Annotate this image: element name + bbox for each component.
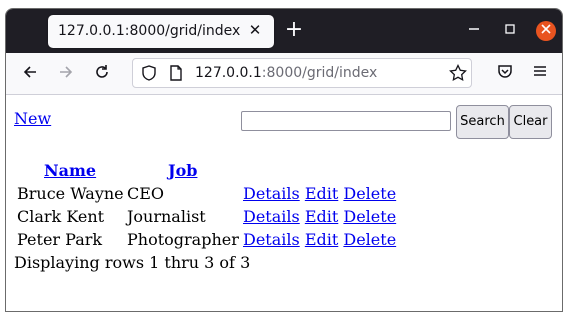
row-job: CEO (127, 184, 165, 203)
edit-link[interactable]: Edit (305, 184, 338, 203)
page-content: New Search Clear Name Job Bruce Wayne CE… (6, 95, 562, 311)
row-job: Photographer (127, 230, 239, 249)
nav-toolbar: 127.0.0.1:8000/grid/index (6, 53, 562, 95)
row-job: Journalist (127, 207, 206, 226)
details-link[interactable]: Details (243, 230, 300, 249)
url-bar[interactable]: 127.0.0.1:8000/grid/index (132, 58, 472, 88)
reload-icon[interactable] (91, 63, 113, 85)
url-path: :8000/grid/index (261, 65, 378, 81)
minimize-icon[interactable] (464, 21, 484, 41)
url-text[interactable]: 127.0.0.1:8000/grid/index (195, 65, 377, 81)
row-name: Peter Park (17, 230, 103, 249)
tab-close-icon[interactable]: ✕ (246, 21, 264, 39)
details-link[interactable]: Details (243, 207, 300, 226)
back-arrow-icon[interactable] (19, 63, 41, 85)
search-button[interactable]: Search (456, 105, 509, 139)
delete-link[interactable]: Delete (343, 184, 396, 203)
search-input[interactable] (241, 111, 451, 131)
url-host: 127.0.0.1 (195, 65, 262, 81)
browser-tab[interactable]: 127.0.0.1:8000/grid/index ✕ (48, 15, 274, 48)
job-column-header[interactable]: Job (168, 161, 197, 180)
delete-link[interactable]: Delete (343, 230, 396, 249)
bookmark-star-icon[interactable] (449, 63, 467, 86)
forward-arrow-icon[interactable] (55, 63, 77, 85)
edit-link[interactable]: Edit (305, 230, 338, 249)
edit-link[interactable]: Edit (305, 207, 338, 226)
maximize-icon[interactable] (500, 21, 520, 41)
title-bar: 127.0.0.1:8000/grid/index ✕ + (6, 9, 562, 53)
hamburger-menu-icon[interactable] (529, 63, 551, 85)
tab-title: 127.0.0.1:8000/grid/index (58, 23, 241, 39)
row-name: Bruce Wayne (17, 184, 124, 203)
browser-window: 127.0.0.1:8000/grid/index ✕ + 127.0.0.1:… (5, 8, 563, 312)
new-tab-icon[interactable]: + (282, 18, 306, 42)
page-icon[interactable] (169, 65, 183, 85)
delete-link[interactable]: Delete (343, 207, 396, 226)
new-link[interactable]: New (14, 109, 51, 128)
pagination-summary: Displaying rows 1 thru 3 of 3 (14, 253, 251, 272)
window-close-icon[interactable] (536, 21, 556, 41)
shield-icon[interactable] (141, 65, 157, 85)
name-column-header[interactable]: Name (44, 161, 96, 180)
clear-button[interactable]: Clear (509, 105, 552, 139)
pocket-icon[interactable] (494, 63, 516, 85)
details-link[interactable]: Details (243, 184, 300, 203)
row-name: Clark Kent (17, 207, 105, 226)
